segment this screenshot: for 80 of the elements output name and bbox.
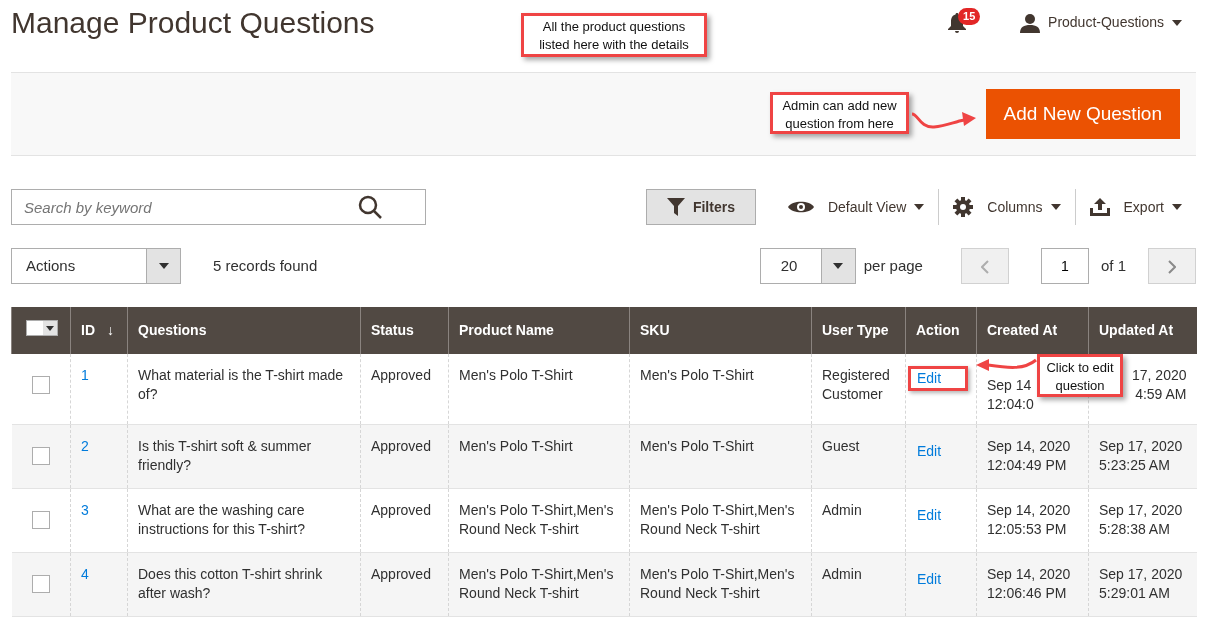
add-new-question-button[interactable]: Add New Question [985,89,1180,139]
caret-icon [1050,204,1061,210]
records-count: 5 records found [212,255,318,276]
table-cell: Admin [822,502,862,518]
user-menu[interactable]: Product-Questions [1006,12,1196,33]
table-cell: Men's Polo T-Shirt,Men's Round Neck T-shirt [640,566,795,601]
table-cell: What material is the T-shirt made of? [138,367,344,402]
view-menu[interactable]: Default View [773,196,939,218]
id-cell: 1 [81,367,89,383]
callout-note: All the product questions listed here with the details [521,13,707,57]
table-cell: Approved [371,367,431,383]
id-cell: 4 [81,566,89,582]
row-checkbox[interactable] [31,447,50,465]
id-cell: 3 [81,502,89,518]
caret-icon [833,263,844,269]
table-cell: Is this T-shirt soft & summer friendly? [138,438,312,473]
column-header[interactable]: Status [371,322,414,338]
caret-icon [158,263,169,269]
table-cell: Sep 14 12:04:0 [987,377,1034,412]
table-cell: What are the washing care instructions for this T-shirt? [138,502,306,537]
table-cell: Men's Polo T-Shirt [640,367,754,383]
upload-icon [1089,198,1110,216]
gear-icon [953,197,974,217]
column-header[interactable]: ID [81,322,95,338]
table-cell: Guest [822,438,860,454]
column-header[interactable]: Product Name [459,322,554,338]
table-cell: Sep 17, 2020 5:28:38 AM [1099,502,1183,537]
mass-select-dropdown[interactable] [26,320,58,336]
table-cell: Registered Customer [822,367,890,402]
row-checkbox[interactable] [31,575,50,593]
column-header[interactable]: Questions [138,322,207,338]
table-cell: Men's Polo T-Shirt [459,367,573,383]
annotation-arrow [974,356,1036,372]
table-cell: Sep 14, 2020 12:04:49 PM [987,438,1071,473]
table-cell: Sep 14, 2020 12:05:53 PM [987,502,1071,537]
per-page-label: per page [863,255,923,276]
page-number-field[interactable]: 1 [1040,248,1089,284]
row-checkbox[interactable] [31,376,50,394]
eye-icon [787,199,814,215]
column-header[interactable]: SKU [640,322,670,338]
table-cell: Men's Polo T-Shirt [459,438,573,454]
table-cell: Sep 17, 2020 5:29:01 AM [1099,566,1183,601]
actions-dropdown[interactable]: Actions [11,248,181,284]
id-cell: 2 [81,438,89,454]
sort-indicator: ↓ [107,322,114,338]
row-checkbox[interactable] [31,511,50,529]
per-page-dropdown[interactable]: 20 [759,248,856,284]
search-field[interactable]: Search by keyword [11,189,426,225]
filters-button[interactable]: Filters [645,189,756,225]
table-cell: Sep 14, 2020 12:06:46 PM [987,566,1071,601]
page-title: Manage Product Questions [11,8,375,38]
chevron-right-icon [1168,259,1176,274]
table-cell: Men's Polo T-Shirt [640,438,754,454]
callout-note: Admin can add new question from here [770,92,909,134]
caret-icon [914,204,925,210]
edit-link[interactable]: Edit [908,366,969,391]
page-count: of 1 [1100,255,1126,276]
table-cell: Men's Polo T-Shirt,Men's Round Neck T-shirt [459,566,614,601]
table-cell: 17, 2020 4:59 AM [1132,367,1187,402]
funnel-icon [666,198,685,216]
columns-menu[interactable]: Columns [939,196,1075,218]
table-cell: Approved [371,438,431,454]
table-cell: Does this cotton T-shirt shrink after wash? [138,566,323,601]
table-cell: Sep 17, 2020 5:23:25 AM [1099,438,1183,473]
caret-icon [1172,204,1182,210]
table-cell: Admin [822,566,862,582]
notification-count: 15 [958,8,981,25]
caret-icon [46,325,54,331]
next-page-button[interactable] [1148,248,1196,284]
edit-link[interactable]: Edit [910,501,949,530]
caret-icon [1172,19,1182,26]
table-cell: Approved [371,566,431,582]
user-icon [1020,12,1041,33]
callout-note: Click to edit question [1037,354,1123,397]
chevron-left-icon [980,259,989,274]
table-cell: Approved [371,502,431,518]
table-cell: Men's Polo T-Shirt,Men's Round Neck T-shirt [459,502,614,537]
table-cell: Men's Polo T-Shirt,Men's Round Neck T-shirt [640,502,795,537]
export-menu[interactable]: Export [1075,196,1196,218]
previous-page-button[interactable] [960,248,1009,284]
